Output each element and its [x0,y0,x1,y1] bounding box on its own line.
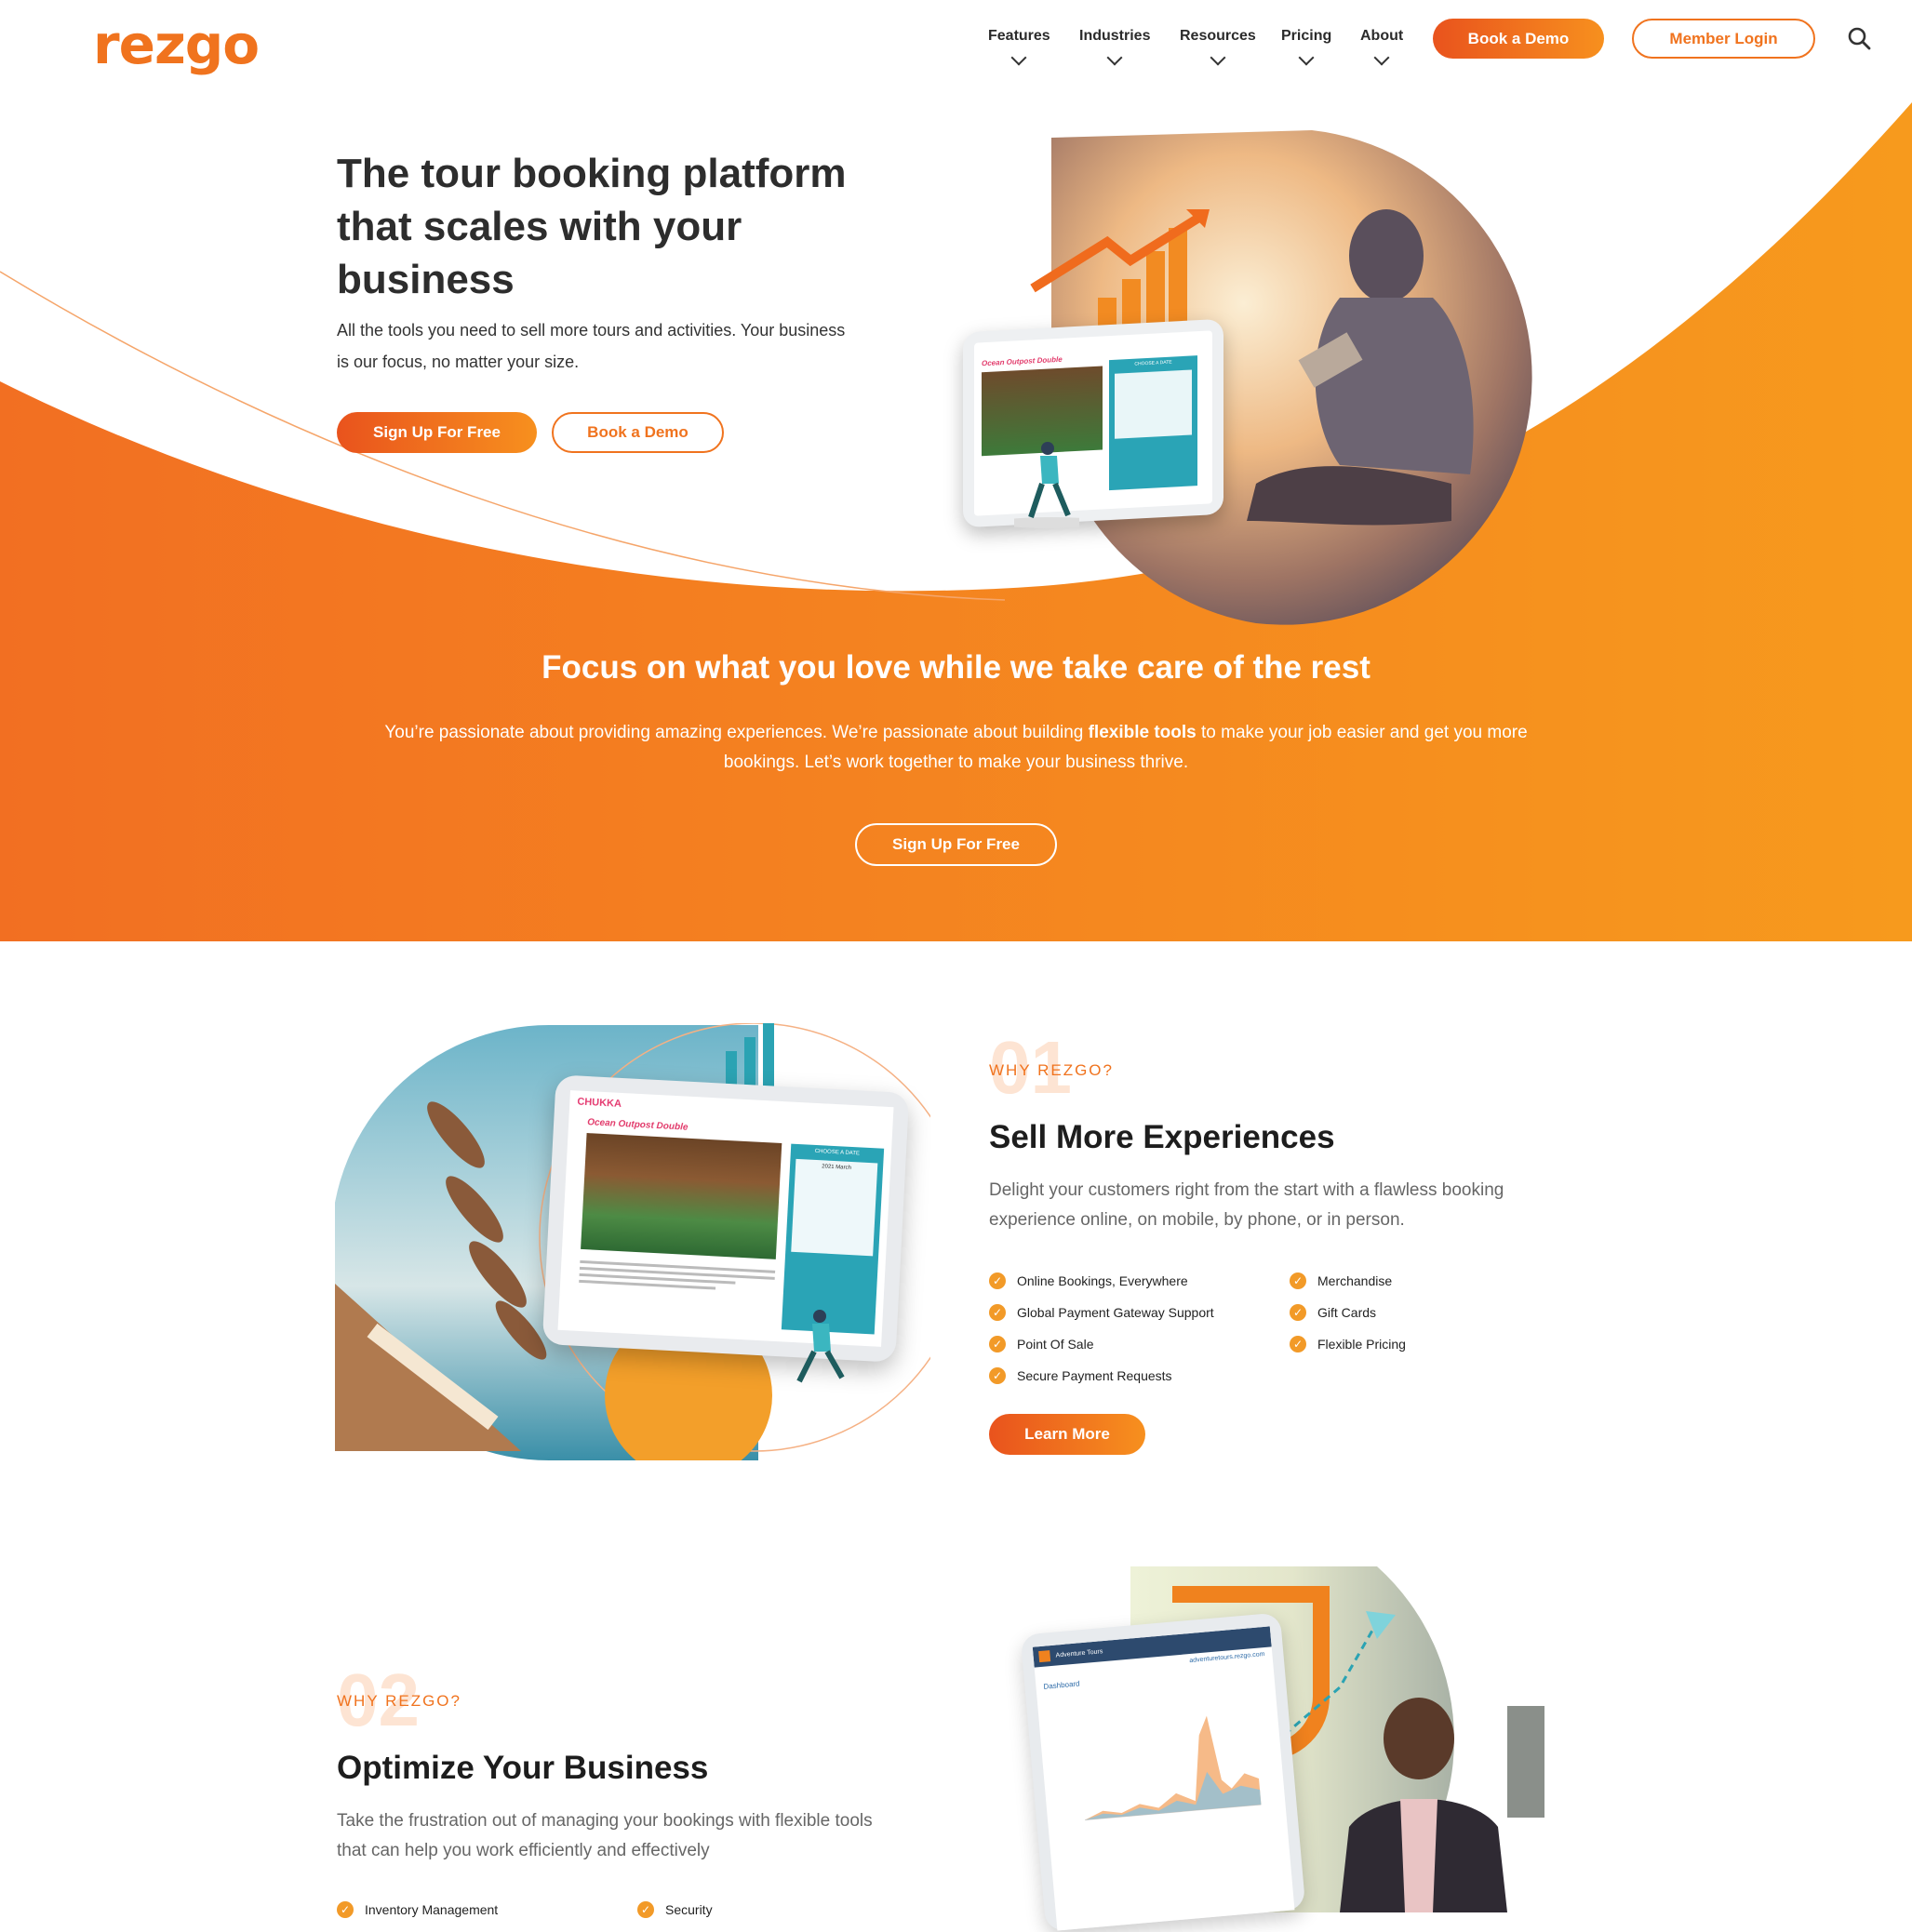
feature-label: Inventory Management [365,1902,499,1917]
tablet-month: 2021 March [822,1164,852,1171]
feature-label: Secure Payment Requests [1017,1368,1172,1383]
tablet-line-chart [1085,1715,1262,1821]
tablet-calendar-label: CHOOSE A DATE [814,1148,861,1157]
tablet-title: Ocean Outpost Double [982,354,1063,368]
check-icon: ✓ [989,1304,1006,1321]
section2-text: Take the frustration out of managing you… [337,1811,873,1860]
feature-item: ✓ Point Of Sale [989,1336,1214,1352]
check-icon: ✓ [989,1272,1006,1289]
feature-item: ✓ Merchandise [1290,1272,1406,1289]
section1-tablet-mockup: CHUKKA Ocean Outpost Double CHOOSE A DAT… [542,1074,910,1363]
focus-text-part1: You’re passionate about providing amazin… [384,723,1089,742]
check-icon: ✓ [1290,1336,1306,1352]
hero-signup-button[interactable]: Sign Up For Free [337,412,537,453]
check-icon: ✓ [989,1336,1006,1352]
tablet-title: Ocean Outpost Double [586,1117,689,1133]
hero-title: The tour booking platform that scales wi… [337,151,847,302]
section1-label: WHY REZGO? [989,1061,1114,1079]
learn-more-button[interactable]: Learn More [989,1414,1145,1455]
hero-tablet-mockup: Ocean Outpost Double CHOOSE A DATE [963,318,1223,528]
tablet-calendar: CHOOSE A DATE 2021 March [781,1143,885,1335]
tablet-screen: Ocean Outpost Double CHOOSE A DATE [974,330,1212,516]
feature-label: Flexible Pricing [1317,1337,1406,1352]
check-icon: ✓ [637,1901,654,1918]
focus-text: You’re passionate about providing amazin… [381,718,1531,778]
feature-label: Point Of Sale [1017,1337,1094,1352]
section1-title: Sell More Experiences [989,1119,1335,1155]
section1-features-right: ✓ Merchandise ✓ Gift Cards ✓ Flexible Prici… [1290,1272,1406,1352]
feature-item: ✓ Online Bookings, Everywhere [989,1272,1214,1289]
section2-label: WHY REZGO? [337,1692,461,1710]
check-icon: ✓ [337,1901,354,1918]
tablet-body-text [579,1257,776,1297]
feature-item: ✓ Security [637,1901,713,1918]
feature-item: ✓ Secure Payment Requests [989,1367,1214,1384]
feature-label: Gift Cards [1317,1305,1377,1320]
tablet-photo [581,1133,782,1259]
tablet-app-name: Adventure Tours [1055,1647,1103,1659]
focus-signup-button[interactable]: Sign Up For Free [855,823,1057,866]
tablet-calendar-label: CHOOSE A DATE [1134,359,1172,367]
section2-title: Optimize Your Business [337,1750,709,1786]
feature-item: ✓ Inventory Management [337,1901,498,1918]
running-person-illustration [796,1310,845,1383]
feature-label: Security [665,1902,713,1917]
section2-tablet-mockup: Adventure Tours adventuretours.rezgo.com… [1020,1612,1306,1932]
feature-item: ✓ Flexible Pricing [1290,1336,1406,1352]
check-icon: ✓ [1290,1272,1306,1289]
focus-title: Focus on what you love while we take car… [542,649,1370,686]
tablet-calendar: CHOOSE A DATE [1109,355,1197,491]
rezgo-app-icon [1038,1650,1051,1663]
section1-features-left: ✓ Online Bookings, Everywhere ✓ Global Pay… [989,1272,1214,1384]
check-icon: ✓ [1290,1304,1306,1321]
check-icon: ✓ [989,1367,1006,1384]
focus-text-bold[interactable]: flexible tools [1089,723,1197,742]
feature-label: Online Bookings, Everywhere [1017,1273,1188,1288]
feature-label: Merchandise [1317,1273,1393,1288]
hero-demo-button[interactable]: Book a Demo [552,412,724,453]
tablet-screen: Adventure Tours adventuretours.rezgo.com… [1032,1626,1295,1931]
feature-item: ✓ Gift Cards [1290,1304,1406,1321]
feature-item: ✓ Global Payment Gateway Support [989,1304,1214,1321]
tablet-brand: CHUKKA [577,1096,622,1110]
section1-text: Delight your customers right from the st… [989,1180,1504,1230]
feature-label: Global Payment Gateway Support [1017,1305,1214,1320]
hero-subtitle: All the tools you need to sell more tour… [337,321,846,371]
running-person-illustration [1014,442,1079,528]
